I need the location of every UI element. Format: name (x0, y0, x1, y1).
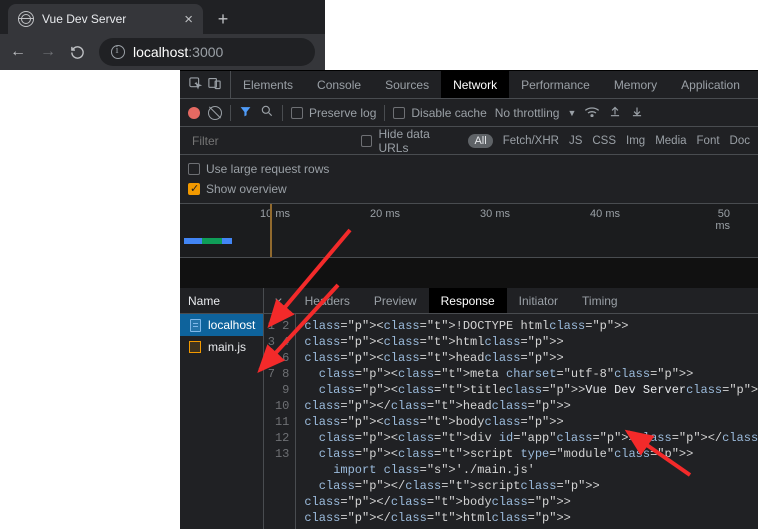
timeline-overview[interactable]: 10 ms 20 ms 30 ms 40 ms 50 ms (180, 204, 758, 258)
back-button[interactable]: ← (10, 43, 26, 61)
tab-network[interactable]: Network (441, 71, 509, 98)
network-toolbar: Preserve log Disable cache No throttling… (180, 99, 758, 127)
address-bar[interactable]: localhost:3000 (99, 38, 315, 66)
filter-css[interactable]: CSS (592, 135, 616, 147)
timeline-marker (270, 204, 272, 257)
timeline-tick: 10 ms (260, 208, 290, 220)
separator (230, 105, 231, 121)
download-icon[interactable] (630, 104, 644, 121)
detail-tab-preview[interactable]: Preview (362, 288, 429, 313)
detail-tabbar: × Headers Preview Response Initiator Tim… (264, 288, 758, 314)
tab-sources[interactable]: Sources (373, 71, 441, 98)
request-detail: × Headers Preview Response Initiator Tim… (264, 288, 758, 529)
timeline-tick: 20 ms (370, 208, 400, 220)
timeline-bar (202, 238, 222, 244)
spacer (180, 258, 758, 288)
network-conditions-icon[interactable] (584, 105, 600, 120)
document-icon (188, 318, 202, 332)
timeline-tick: 50 ms (702, 208, 730, 232)
filter-toggle-icon[interactable] (239, 105, 252, 121)
request-list: Name localhost main.js (180, 288, 264, 529)
network-split: Name localhost main.js × Headers Preview… (180, 288, 758, 529)
request-name: localhost (208, 318, 255, 332)
inspect-controls (180, 71, 231, 98)
close-detail-button[interactable]: × (264, 293, 292, 309)
tab-application[interactable]: Application (669, 71, 752, 98)
tab-console[interactable]: Console (305, 71, 373, 98)
filter-all[interactable]: All (468, 134, 492, 148)
record-button[interactable] (188, 107, 200, 119)
request-row-localhost[interactable]: localhost (180, 314, 263, 336)
separator (384, 105, 385, 121)
chevron-down-icon: ▼ (567, 108, 576, 118)
forward-button[interactable]: → (40, 43, 56, 61)
filter-js[interactable]: JS (569, 135, 582, 147)
filter-input[interactable] (188, 132, 351, 150)
upload-icon[interactable] (608, 104, 622, 121)
filter-fetchxhr[interactable]: Fetch/XHR (503, 135, 559, 147)
js-icon (188, 340, 202, 354)
tab-title: Vue Dev Server (42, 12, 126, 26)
devtools-panel: Elements Console Sources Network Perform… (180, 70, 758, 529)
filter-img[interactable]: Img (626, 135, 645, 147)
browser-toolbar: ← → localhost:3000 (0, 34, 325, 70)
request-row-mainjs[interactable]: main.js (180, 336, 263, 358)
filter-media[interactable]: Media (655, 135, 686, 147)
globe-icon (18, 11, 34, 27)
browser-tab[interactable]: Vue Dev Server × (8, 4, 203, 34)
detail-tab-response[interactable]: Response (429, 288, 507, 313)
detail-tab-initiator[interactable]: Initiator (507, 288, 570, 313)
separator (282, 105, 283, 121)
detail-tab-timing[interactable]: Timing (570, 288, 630, 313)
request-name: main.js (208, 340, 246, 354)
timeline-tick: 30 ms (480, 208, 510, 220)
tab-strip: Vue Dev Server × + (0, 0, 325, 34)
line-gutter: 1 2 3 4 5 6 7 8 9 10 11 12 13 (264, 314, 296, 529)
search-icon[interactable] (260, 104, 274, 121)
inspect-element-icon[interactable] (188, 76, 203, 94)
tab-elements[interactable]: Elements (231, 71, 305, 98)
filter-bar: Hide data URLs All Fetch/XHR JS CSS Img … (180, 127, 758, 155)
site-info-icon[interactable] (111, 45, 125, 59)
preserve-log-checkbox[interactable]: Preserve log (291, 106, 376, 120)
close-icon[interactable]: × (184, 12, 193, 27)
url-port: :3000 (188, 44, 223, 60)
clear-button[interactable] (208, 106, 222, 120)
large-rows-checkbox[interactable]: Use large request rows (188, 159, 750, 179)
new-tab-button[interactable]: + (209, 5, 237, 33)
filter-doc[interactable]: Doc (730, 135, 750, 147)
tab-memory[interactable]: Memory (602, 71, 669, 98)
hide-data-urls-checkbox[interactable]: Hide data URLs (361, 127, 458, 155)
tab-performance[interactable]: Performance (509, 71, 602, 98)
detail-tab-headers[interactable]: Headers (293, 288, 362, 313)
filter-font[interactable]: Font (697, 135, 720, 147)
device-toggle-icon[interactable] (207, 76, 222, 94)
throttling-select[interactable]: No throttling (495, 106, 560, 120)
browser-chrome: Vue Dev Server × + ← → localhost:3000 (0, 0, 325, 70)
show-overview-checkbox[interactable]: Show overview (188, 179, 750, 199)
devtools-tabbar: Elements Console Sources Network Perform… (180, 71, 758, 99)
reload-button[interactable] (70, 45, 85, 60)
disable-cache-checkbox[interactable]: Disable cache (393, 106, 486, 120)
network-options: Use large request rows Show overview (180, 155, 758, 204)
url-host: localhost (133, 44, 188, 60)
timeline-tick: 40 ms (590, 208, 620, 220)
column-header-name[interactable]: Name (180, 288, 263, 314)
source-code: class="p"><class="t">!DOCTYPE htmlclass=… (296, 314, 758, 529)
response-body[interactable]: 1 2 3 4 5 6 7 8 9 10 11 12 13 class="p">… (264, 314, 758, 529)
